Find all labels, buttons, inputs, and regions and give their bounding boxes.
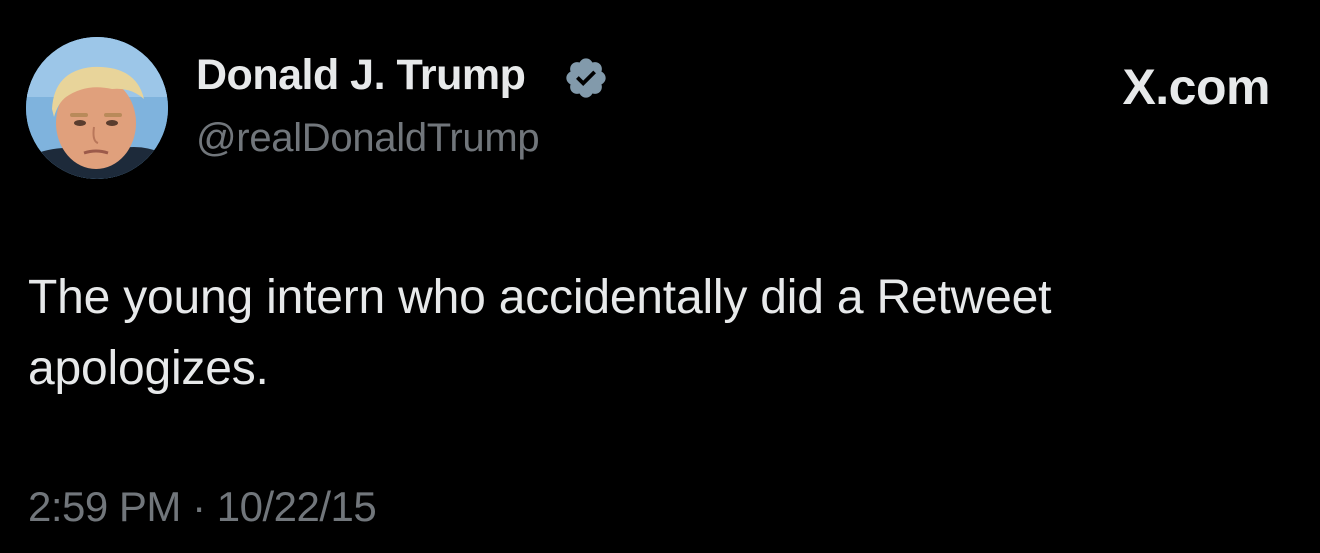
author-name[interactable]: Donald J. Trump — [196, 51, 526, 99]
tweet-text: The young intern who accidentally did a … — [28, 271, 1052, 395]
avatar-image — [26, 37, 168, 179]
author-handle[interactable]: @realDonaldTrump — [196, 116, 540, 160]
avatar[interactable] — [26, 37, 168, 179]
tweet-card: Donald J. Trump @realDonaldTrump X.com T… — [0, 0, 1320, 553]
verified-badge-icon — [566, 58, 606, 98]
tweet-timestamp[interactable]: 2:59 PM · 10/22/15 — [28, 483, 377, 530]
x-com-logo: X.com — [1122, 59, 1270, 115]
